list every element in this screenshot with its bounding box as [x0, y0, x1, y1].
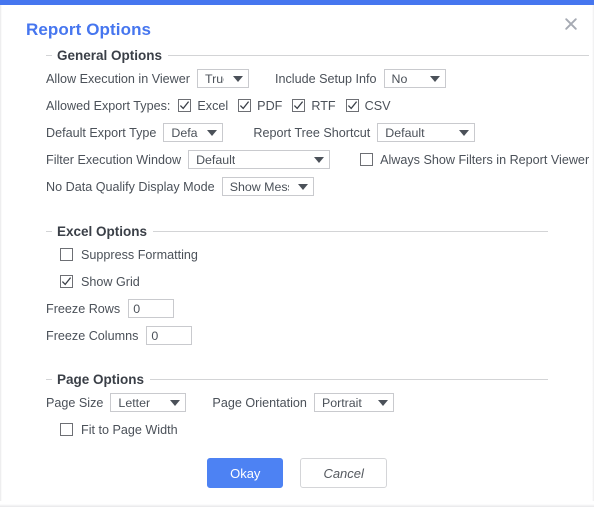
section-page-options-legend: Page Options [57, 372, 145, 387]
dialog-body: General Options Allow Execution in Viewe… [0, 48, 594, 449]
checkbox-export-csv[interactable] [345, 99, 359, 112]
chevron-down-icon [377, 399, 388, 406]
row-page-size: Page Size Letter Page Orientation Portra… [46, 389, 548, 416]
freeze-rows-label: Freeze Rows [46, 301, 121, 316]
fit-to-page-width-label: Fit to Page Width [81, 422, 178, 437]
default-export-type-select[interactable]: Default [163, 123, 224, 142]
section-page-options: Page Options Page Size Letter Page Orien… [46, 372, 548, 449]
chevron-down-icon [170, 399, 181, 406]
page-size-label: Page Size [46, 395, 104, 410]
filter-execution-window-value: Default [196, 152, 236, 167]
report-options-dialog: Report Options General Options Allow Exe… [0, 0, 594, 507]
show-grid-label: Show Grid [81, 274, 140, 289]
checkbox-suppress-formatting[interactable] [60, 248, 73, 261]
checkbox-export-pdf[interactable] [238, 99, 252, 112]
row-allow-execution: Allow Execution in Viewer True Include S… [46, 65, 589, 92]
default-export-type-value: Default [171, 125, 198, 140]
row-suppress-formatting: Suppress Formatting [46, 241, 548, 268]
page-size-select[interactable]: Letter [110, 393, 187, 412]
dialog-accent-bar [0, 0, 594, 5]
section-general-options-legend: General Options [57, 48, 163, 63]
checkbox-show-grid[interactable] [60, 275, 73, 288]
allow-execution-select[interactable]: True [196, 69, 249, 88]
close-icon [564, 17, 578, 31]
section-excel-options-legend: Excel Options [57, 224, 148, 239]
page-orientation-value: Portrait [321, 395, 362, 410]
chevron-down-icon [232, 75, 243, 82]
row-show-grid: Show Grid [46, 268, 548, 295]
checkbox-export-excel[interactable] [178, 99, 192, 112]
include-setup-select[interactable]: No [383, 69, 446, 88]
chevron-down-icon [429, 75, 440, 82]
dialog-title: Report Options [26, 20, 152, 39]
row-default-export-type: Default Export Type Default Report Tree … [46, 119, 589, 146]
row-no-data-qualify: No Data Qualify Display Mode Show Messag… [46, 173, 589, 200]
cancel-button[interactable]: Cancel [300, 458, 387, 488]
no-data-qualify-select[interactable]: Show Message [221, 177, 314, 196]
page-orientation-select[interactable]: Portrait [313, 393, 394, 412]
report-tree-shortcut-label: Report Tree Shortcut [253, 125, 371, 140]
chevron-down-icon [459, 129, 470, 136]
no-data-qualify-label: No Data Qualify Display Mode [46, 179, 215, 194]
freeze-rows-input[interactable] [128, 299, 175, 318]
row-filter-execution-window: Filter Execution Window Default Always S… [46, 146, 589, 173]
report-tree-shortcut-select[interactable]: Default [377, 123, 476, 142]
always-show-filters-label: Always Show Filters in Report Viewer [380, 152, 590, 167]
include-setup-label: Include Setup Info [274, 71, 377, 86]
row-fit-to-page-width: Fit to Page Width [46, 416, 548, 443]
allow-execution-value: True [204, 71, 224, 86]
include-setup-value: No [391, 71, 408, 86]
section-excel-options: Excel Options Suppress Formatting Show G… [46, 224, 548, 355]
report-tree-shortcut-value: Default [385, 125, 425, 140]
checkbox-always-show-filters[interactable] [360, 153, 374, 166]
default-export-type-label: Default Export Type [46, 125, 157, 140]
allowed-export-types-label: Allowed Export Types: [46, 98, 171, 113]
section-general-options: General Options Allow Execution in Viewe… [46, 48, 590, 206]
checkbox-export-rtf[interactable] [292, 99, 306, 112]
page-orientation-label: Page Orientation [212, 395, 307, 410]
filter-execution-window-label: Filter Execution Window [46, 152, 182, 167]
checkbox-fit-to-page-width[interactable] [60, 423, 73, 436]
label-export-csv: CSV [364, 98, 391, 113]
no-data-qualify-value: Show Message [229, 179, 289, 194]
label-export-pdf: PDF [257, 98, 283, 113]
row-allowed-export-types: Allowed Export Types: Excel PDF RTF CSV [46, 92, 589, 119]
dialog-footer: Okay Cancel [0, 458, 594, 488]
allow-execution-label: Allow Execution in Viewer [46, 71, 190, 86]
row-freeze-rows: Freeze Rows [46, 295, 548, 322]
chevron-down-icon [314, 156, 325, 163]
label-export-excel: Excel [197, 98, 229, 113]
freeze-columns-input[interactable] [146, 326, 193, 345]
freeze-columns-label: Freeze Columns [46, 328, 139, 343]
label-export-rtf: RTF [311, 98, 336, 113]
chevron-down-icon [297, 183, 308, 190]
page-size-value: Letter [118, 395, 151, 410]
close-button[interactable] [558, 11, 584, 37]
filter-execution-window-select[interactable]: Default [188, 150, 331, 169]
row-freeze-columns: Freeze Columns [46, 322, 548, 349]
okay-button[interactable]: Okay [207, 458, 284, 488]
chevron-down-icon [207, 129, 218, 136]
suppress-formatting-label: Suppress Formatting [81, 247, 198, 262]
